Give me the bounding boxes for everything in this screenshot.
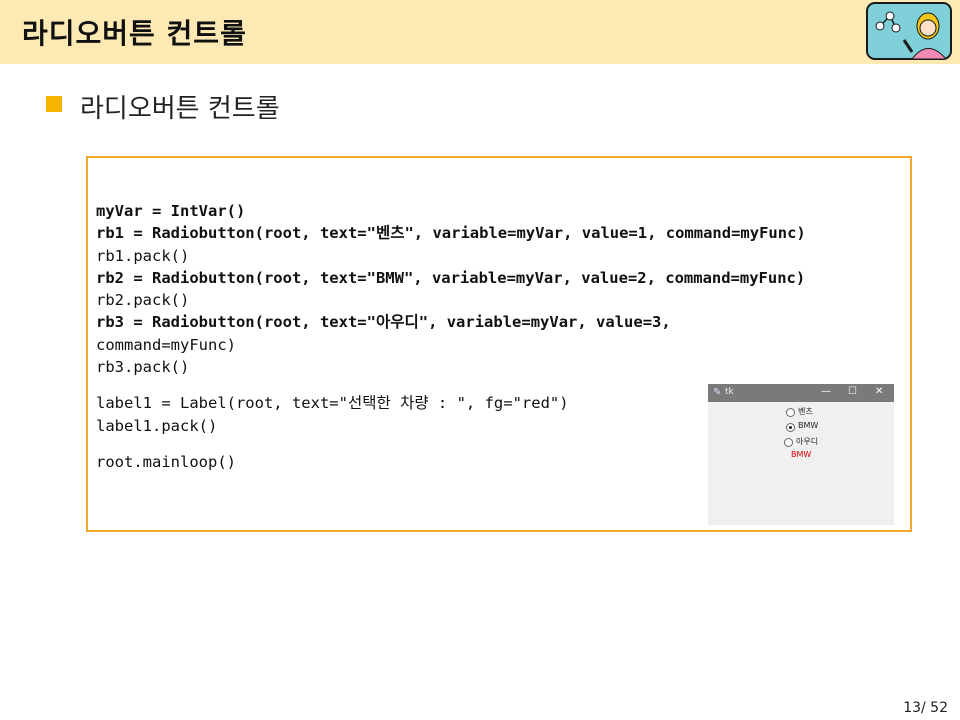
radio-label: 아우디 [796, 437, 819, 446]
teacher-avatar-icon [866, 2, 952, 60]
maximize-button[interactable]: ☐ [848, 386, 857, 397]
code-block: myVar = IntVar() rb1 = Radiobutton(root,… [96, 200, 806, 473]
page-number: 13/ 52 [903, 700, 948, 716]
selected-car-label: BMW [791, 450, 812, 459]
section-title: 라디오버튼 컨트롤 [80, 94, 280, 124]
code-line: rb2.pack() [96, 291, 190, 310]
code-line: label1.pack() [96, 416, 218, 435]
radio-label: 벤츠 [798, 407, 813, 416]
minimize-button[interactable]: — [821, 386, 831, 397]
radio-circle-icon[interactable] [786, 408, 795, 417]
radio-selected-icon[interactable] [786, 423, 795, 432]
code-line: rb3.pack() [96, 358, 190, 377]
code-line: root.mainloop() [96, 452, 236, 471]
tk-window-screenshot: ✎ tk — ☐ ✕ 벤츠 BMW 아우디 BMW [708, 384, 894, 525]
code-line: rb1 = Radiobutton(root, text="벤츠", varia… [96, 224, 806, 243]
square-bullet-icon [46, 96, 62, 112]
radio-circle-icon[interactable] [784, 438, 793, 447]
radio-label: BMW [798, 421, 819, 430]
feather-icon: ✎ [713, 387, 722, 398]
tk-titlebar: ✎ tk — ☐ ✕ [708, 384, 894, 402]
header-title: 라디오버튼 컨트롤 [22, 17, 247, 50]
code-line: rb2 = Radiobutton(root, text="BMW", vari… [96, 268, 806, 287]
code-line: label1 = Label(root, text="선택한 차량 : ", f… [96, 394, 569, 413]
tk-window-title: tk [725, 387, 734, 397]
code-line: rb1.pack() [96, 246, 190, 265]
code-line: command=myFunc) [96, 335, 236, 354]
code-example-box: myVar = IntVar() rb1 = Radiobutton(root,… [86, 156, 912, 532]
code-line: rb3 = Radiobutton(root, text="아우디", vari… [96, 313, 671, 332]
close-button[interactable]: ✕ [875, 386, 883, 397]
code-line: myVar = IntVar() [96, 202, 246, 220]
slide-header: 라디오버튼 컨트롤 [0, 0, 960, 64]
